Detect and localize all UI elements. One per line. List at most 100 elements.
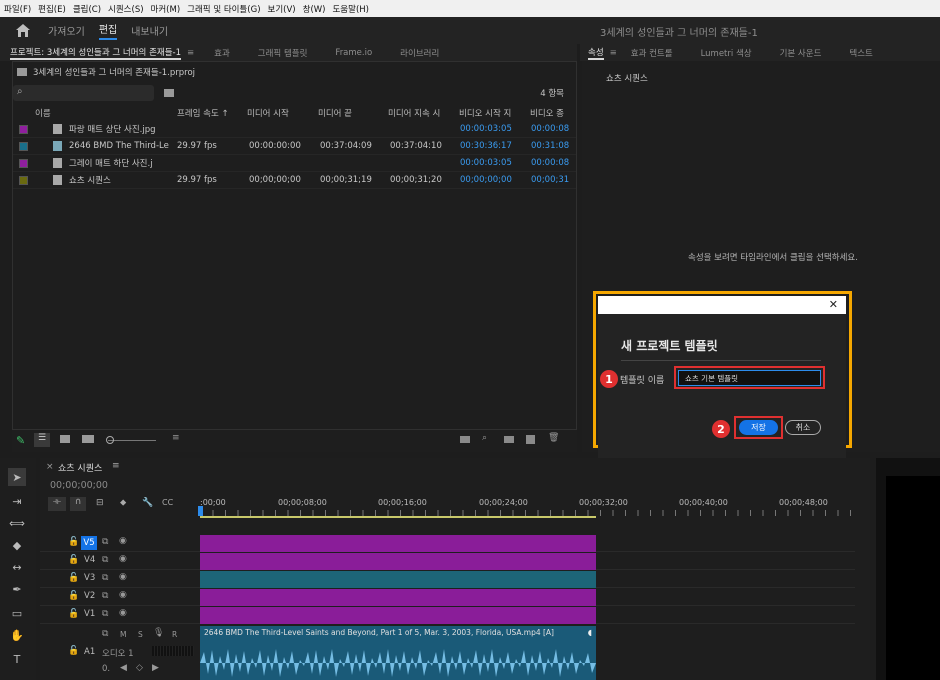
add-marker-icon[interactable]: ⬥ (120, 498, 126, 508)
menu-marker[interactable]: 마커(M) (147, 3, 184, 15)
lock-icon[interactable]: 🔓 (68, 555, 79, 565)
magnet-icon[interactable]: ∩ (70, 497, 86, 511)
tab-frameio[interactable]: Frame.io (335, 48, 372, 58)
pen-tool-icon[interactable]: ✒ (8, 580, 26, 598)
microphone-icon[interactable]: 🎙 (153, 628, 164, 638)
close-icon[interactable]: ✕ (829, 298, 838, 311)
save-button[interactable]: 저장 (739, 420, 778, 435)
track-label-v2[interactable]: V2 (84, 591, 95, 601)
track-label-v3[interactable]: V3 (84, 573, 95, 583)
type-tool-icon[interactable]: T (8, 650, 26, 668)
timeline-timecode[interactable]: 00;00;00;00 (50, 480, 108, 491)
sync-lock-icon[interactable]: ⧉ (102, 537, 108, 547)
razor-tool-icon[interactable]: ◆ (8, 536, 26, 554)
record-button[interactable]: R (172, 630, 177, 639)
eye-icon[interactable]: ◉ (119, 572, 127, 582)
audio-clip[interactable]: 2646 BMD The Third-Level Saints and Beyo… (200, 626, 596, 680)
workspace-import[interactable]: 가져오기 (48, 23, 85, 38)
automate-icon[interactable] (460, 436, 470, 443)
search-input[interactable]: ⌕ (13, 85, 154, 101)
menu-view[interactable]: 보기(V) (264, 3, 299, 15)
project-item-row[interactable]: 쇼츠 시퀀스 29.97 fps 00;00;00;00 00;00;31;19 00;… (13, 172, 576, 189)
template-name-input[interactable]: 쇼츠 기본 템플릿 (678, 370, 821, 386)
solo-button[interactable]: S (138, 630, 143, 639)
sync-lock-icon[interactable]: ⧉ (102, 555, 108, 565)
lock-icon[interactable]: 🔓 (68, 591, 79, 601)
time-ruler[interactable]: :00;00 00;00;08;00 00;00;16;00 00;00;24;… (198, 494, 855, 520)
hand-tool-icon[interactable]: ✋ (8, 626, 26, 644)
panel-menu-icon[interactable]: ≡ (610, 48, 617, 58)
tab-text[interactable]: 텍스트 (849, 47, 872, 59)
timeline-tab[interactable]: 쇼츠 시퀀스 (58, 461, 102, 474)
add-keyframe-icon[interactable]: ◇ (136, 663, 143, 673)
playhead[interactable] (198, 506, 203, 516)
menu-help[interactable]: 도움말(H) (328, 3, 371, 15)
sync-lock-icon[interactable]: ⧉ (102, 573, 108, 583)
menu-edit[interactable]: 편집(E) (34, 3, 69, 15)
sync-lock-icon[interactable]: ⧉ (102, 591, 108, 601)
clip-v5[interactable] (200, 535, 596, 552)
timeline-close-icon[interactable]: × (46, 462, 54, 472)
clip-v3[interactable] (200, 571, 596, 588)
sort-icon[interactable]: ≡ (172, 433, 180, 443)
tab-lumetri-color[interactable]: Lumetri 색상 (701, 47, 752, 59)
tab-project[interactable]: 프로젝트: 3세계의 성인들과 그 너머의 존재들-1 (10, 46, 182, 60)
col-video-end[interactable]: 비디오 종 (530, 107, 578, 119)
menu-file[interactable]: 파일(F) (0, 3, 34, 15)
tab-libraries[interactable]: 라이브러리 (400, 47, 439, 59)
linked-selection-icon[interactable]: ⊟ (96, 498, 104, 508)
next-keyframe-icon[interactable]: ▶ (152, 663, 159, 673)
workspace-export[interactable]: 내보내기 (131, 23, 168, 38)
lock-icon[interactable]: 🔓 (68, 646, 79, 656)
track-label-v4[interactable]: V4 (84, 555, 95, 565)
col-fps[interactable]: 프레임 속도 ↑ (177, 107, 229, 119)
project-item-row[interactable]: 그레이 매트 하단 사진.j 00:00:03:05 00:00:08 (13, 155, 576, 172)
pencil-icon[interactable]: ✎ (16, 434, 25, 447)
eye-icon[interactable]: ◉ (119, 536, 127, 546)
menu-window[interactable]: 창(W) (299, 3, 329, 15)
menu-graphics[interactable]: 그래픽 및 타이틀(G) (183, 3, 263, 15)
col-media-end[interactable]: 미디어 끝 (318, 107, 352, 119)
icon-view-icon[interactable] (60, 435, 70, 443)
new-item-icon[interactable] (526, 435, 535, 444)
col-media-start[interactable]: 미디어 시작 (247, 107, 289, 119)
tab-graphic-templates[interactable]: 그래픽 템플릿 (258, 47, 308, 59)
col-name[interactable]: 이름 (35, 107, 51, 119)
trash-icon[interactable]: 🗑 (548, 433, 559, 443)
work-area-bar[interactable] (200, 516, 596, 518)
workspace-edit[interactable]: 편집 (98, 21, 118, 40)
list-view-icon[interactable]: ☰ (34, 433, 50, 447)
col-media-duration[interactable]: 미디어 지속 시 (388, 107, 456, 119)
menu-sequence[interactable]: 시퀀스(S) (104, 3, 147, 15)
slip-tool-icon[interactable]: ↔ (8, 558, 26, 576)
track-label-a1[interactable]: A1 (84, 647, 95, 657)
mute-button[interactable]: M (120, 630, 126, 639)
captions-icon[interactable]: CC (162, 498, 173, 507)
new-bin-icon[interactable] (504, 436, 514, 443)
cancel-button[interactable]: 취소 (785, 420, 821, 435)
lock-icon[interactable]: 🔓 (68, 573, 79, 583)
tab-essential-sound[interactable]: 기본 사운드 (780, 47, 822, 59)
find-icon[interactable]: ⌕ (482, 433, 487, 443)
eye-icon[interactable]: ◉ (119, 554, 127, 564)
clip-v1[interactable] (200, 607, 596, 624)
zoom-slider[interactable] (108, 440, 156, 441)
project-item-row[interactable]: 2646 BMD The Third-Le 29.97 fps 00:00:00:0… (13, 138, 576, 155)
sync-lock-icon[interactable]: ⧉ (102, 609, 108, 619)
lock-icon[interactable]: 🔓 (68, 537, 79, 547)
new-bin-icon[interactable] (164, 89, 174, 97)
clip-v2[interactable] (200, 589, 596, 606)
track-label-v1[interactable]: V1 (84, 609, 95, 619)
tab-effect-controls[interactable]: 효과 컨트롤 (631, 47, 673, 59)
freeform-view-icon[interactable] (82, 435, 94, 443)
tab-effects[interactable]: 효과 (214, 47, 230, 59)
prev-keyframe-icon[interactable]: ◀ (120, 663, 127, 673)
track-select-tool-icon[interactable]: ⇥ (8, 492, 26, 510)
eye-icon[interactable]: ◉ (119, 590, 127, 600)
clip-v4[interactable] (200, 553, 596, 570)
panel-menu-icon[interactable]: ≡ (187, 48, 194, 58)
sync-lock-icon[interactable]: ⧉ (102, 629, 108, 639)
project-item-row[interactable]: 파랑 매트 상단 사진.jpg 00:00:03:05 00:00:08 (13, 121, 576, 138)
panel-menu-icon[interactable]: ≡ (112, 461, 120, 471)
ripple-edit-tool-icon[interactable]: ⟺ (8, 514, 26, 532)
